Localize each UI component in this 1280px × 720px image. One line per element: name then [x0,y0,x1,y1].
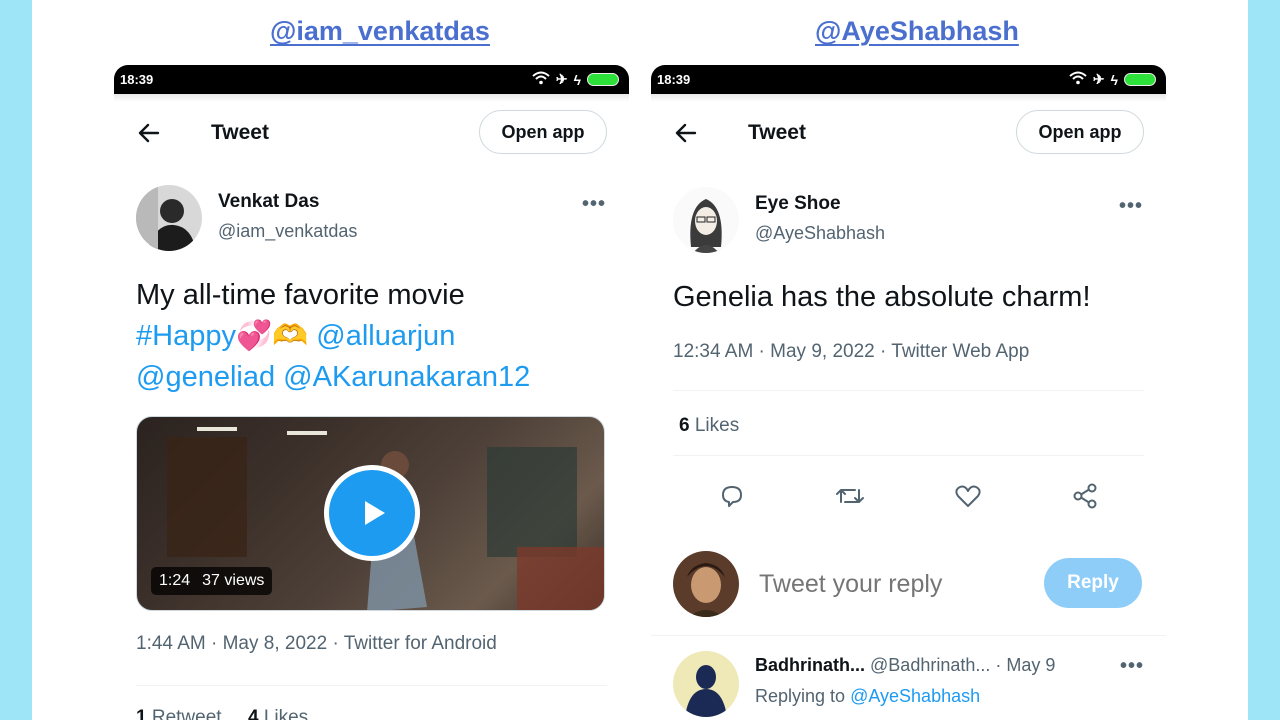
left-handle-link[interactable]: @iam_venkatdas [270,16,490,47]
avatar[interactable] [673,651,739,717]
airplane-icon: ✈ [1092,71,1105,87]
like-heart-icon[interactable] [954,482,982,515]
battery-icon [587,73,619,86]
tweet-header: Tweet Open app [651,102,1166,164]
status-bar: 18:39 ✈ ϟ [651,65,1166,94]
more-options-icon[interactable]: ••• [582,193,606,216]
divider [651,635,1166,636]
heart-emoji-icon: 💞🫶 [235,320,309,352]
mention-link[interactable]: @geneliad [136,361,275,393]
tweet-text: Genelia has the absolute charm! [673,281,1091,313]
retweet-label[interactable]: Retweet [152,707,222,720]
avatar [673,551,739,617]
share-icon[interactable] [1071,482,1099,515]
tweet-text-line: My all-time favorite movie [136,279,465,311]
wifi-icon [1069,71,1087,88]
divider [136,685,607,686]
play-icon [365,501,385,525]
airplane-icon: ✈ [555,71,568,87]
right-phone-screen: 18:39 ✈ ϟ Tweet Open app Eye Shoe @AyeSh… [651,65,1166,720]
tweet-meta: 12:34 AM · May 9, 2022 · Twitter Web App [673,341,1030,362]
open-app-button[interactable]: Open app [1016,110,1144,154]
back-arrow-icon[interactable] [136,120,162,146]
reply-author-handle[interactable]: @Badhrinath... [870,655,990,675]
video-views: 37 views [202,572,265,589]
right-handle-link[interactable]: @AyeShabhash [815,16,1019,47]
charging-icon: ϟ [1110,71,1118,88]
likes-count[interactable]: 6 [679,415,690,436]
divider [673,390,1144,391]
replying-to-mention[interactable]: @AyeShabhash [850,686,980,706]
tweet-meta: 1:44 AM · May 8, 2022 · Twitter for Andr… [136,633,497,654]
author-name[interactable]: Eye Shoe [755,193,841,215]
reply-button[interactable]: Reply [1044,558,1142,608]
back-arrow-icon[interactable] [673,120,699,146]
hashtag-link[interactable]: #Happy [136,320,236,352]
page-title: Tweet [211,121,269,144]
wifi-icon [532,71,550,88]
status-time: 18:39 [657,72,691,87]
reply-author-row: Badhrinath... @Badhrinath... · May 9 [755,655,1055,676]
page-title: Tweet [748,121,806,144]
tweet-author: Eye Shoe @AyeShabhash ••• [673,187,1143,257]
divider [673,455,1144,456]
open-app-button[interactable]: Open app [479,110,607,154]
more-options-icon[interactable]: ••• [1120,655,1144,678]
author-name[interactable]: Venkat Das [218,191,319,213]
battery-icon [1124,73,1156,86]
video-stats: 1:24 37 views [151,567,273,595]
retweet-icon[interactable] [835,482,865,515]
retweet-count[interactable]: 1 [136,707,147,720]
status-time: 18:39 [120,72,154,87]
comparison-canvas: @iam_venkatdas @AyeShabhash 18:39 ✈ ϟ Tw… [32,0,1248,720]
tweet-actions [673,473,1144,523]
more-options-icon[interactable]: ••• [1119,195,1143,218]
likes-label[interactable]: Likes [695,415,739,436]
author-handle[interactable]: @iam_venkatdas [218,221,357,242]
reply-icon[interactable] [718,482,746,515]
tweet-stats: 6 Likes [679,415,739,437]
reply-tweet[interactable]: Badhrinath... @Badhrinath... · May 9 •••… [651,649,1166,720]
likes-label[interactable]: Likes [264,707,308,720]
tweet-text: My all-time favorite movie #Happy💞🫶 @all… [136,275,606,398]
play-button[interactable] [324,465,420,561]
avatar[interactable] [136,185,202,251]
reply-composer: Reply [651,545,1166,627]
tweet-header: Tweet Open app [114,102,629,164]
tweet-author: Venkat Das @iam_venkatdas ••• [136,185,606,255]
status-bar: 18:39 ✈ ϟ [114,65,629,94]
mention-link[interactable]: @alluarjun [316,320,455,352]
reply-date: · May 9 [995,655,1056,675]
likes-count[interactable]: 4 [248,707,259,720]
left-phone-screen: 18:39 ✈ ϟ Tweet Open app Venkat Das @iam… [114,65,629,720]
mention-link[interactable]: @AKarunakaran12 [283,361,530,393]
author-handle[interactable]: @AyeShabhash [755,223,885,244]
tweet-stats: 1 Retweet 4 Likes [136,707,308,720]
reply-author-name[interactable]: Badhrinath... [755,655,865,675]
video-player[interactable]: 1:24 37 views [136,416,605,611]
replying-to: Replying to @AyeShabhash [755,686,980,707]
charging-icon: ϟ [573,71,581,88]
video-duration: 1:24 [159,572,191,589]
replying-to-label: Replying to [755,686,846,706]
reply-input[interactable] [757,569,1031,600]
avatar[interactable] [673,187,739,253]
